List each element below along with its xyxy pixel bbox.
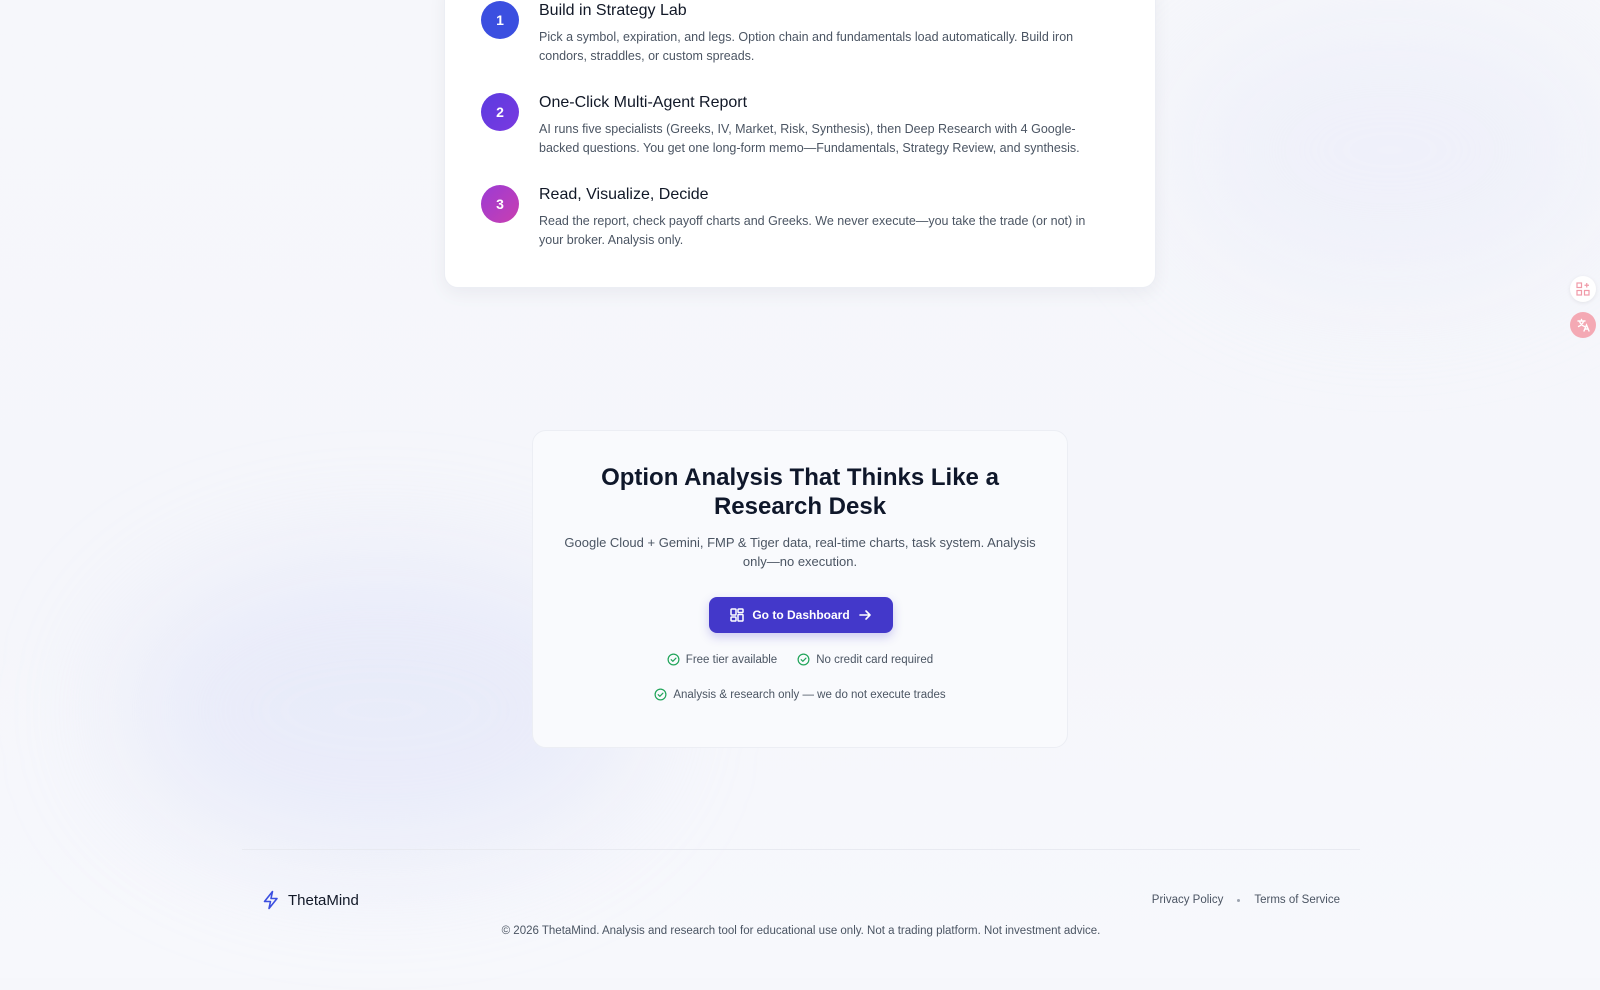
feature-item: Analysis & research only — we do not exe… <box>654 688 946 701</box>
feature-label: Free tier available <box>685 653 778 666</box>
check-circle-icon <box>654 688 667 701</box>
step-number-badge: 3 <box>481 185 519 223</box>
copyright-text: © 2026 ThetaMind. Analysis and research … <box>501 925 1101 937</box>
how-it-works-card: 1 Build in Strategy Lab Pick a symbol, e… <box>444 0 1156 288</box>
feature-row: Analysis & research only — we do not exe… <box>533 688 1067 701</box>
step-number-badge: 1 <box>481 1 519 39</box>
footer: ThetaMind Privacy Policy Terms of Servic… <box>242 849 1360 990</box>
feature-label: Analysis & research only — we do not exe… <box>673 688 946 701</box>
step-title: Build in Strategy Lab <box>539 2 687 19</box>
step-description: Pick a symbol, expiration, and legs. Opt… <box>539 30 1074 63</box>
step-title: One-Click Multi-Agent Report <box>539 94 748 111</box>
go-to-dashboard-button[interactable]: Go to Dashboard <box>709 597 893 633</box>
apps-add-icon <box>1576 282 1590 296</box>
terms-of-service-link[interactable]: Terms of Service <box>1254 894 1340 906</box>
cta-subtitle: Google Cloud + Gemini, FMP & Tiger data,… <box>564 535 1036 569</box>
footer-brand[interactable]: ThetaMind <box>262 890 359 910</box>
background-glow <box>1180 20 1600 280</box>
lightning-bolt-icon <box>263 890 278 910</box>
step-description: AI runs five specialists (Greeks, IV, Ma… <box>539 122 1080 155</box>
floating-tool-button[interactable] <box>1570 276 1596 302</box>
step-title: Read, Visualize, Decide <box>539 186 709 203</box>
check-circle-icon <box>667 653 680 666</box>
brand-name: ThetaMind <box>288 891 359 909</box>
floating-translate-button[interactable] <box>1570 312 1596 338</box>
feature-label: No credit card required <box>816 653 934 666</box>
feature-row: Free tier available No credit card requi… <box>533 653 1067 666</box>
translate-icon <box>1577 318 1590 332</box>
step-description: Read the report, check payoff charts and… <box>539 214 1086 247</box>
cta-title: Option Analysis That Thinks Like a Resea… <box>601 464 999 520</box>
separator-dot <box>1237 898 1241 902</box>
dashboard-grid-icon <box>730 608 745 622</box>
feature-item: Free tier available <box>667 653 777 666</box>
feature-item: No credit card required <box>797 653 933 666</box>
arrow-right-icon <box>858 610 871 620</box>
footer-links: Privacy Policy Terms of Service <box>1152 894 1340 906</box>
step-number-badge: 2 <box>481 93 519 131</box>
button-label: Go to Dashboard <box>752 608 850 622</box>
cta-card: Option Analysis That Thinks Like a Resea… <box>532 430 1068 748</box>
check-circle-icon <box>797 653 810 666</box>
privacy-policy-link[interactable]: Privacy Policy <box>1152 894 1224 906</box>
